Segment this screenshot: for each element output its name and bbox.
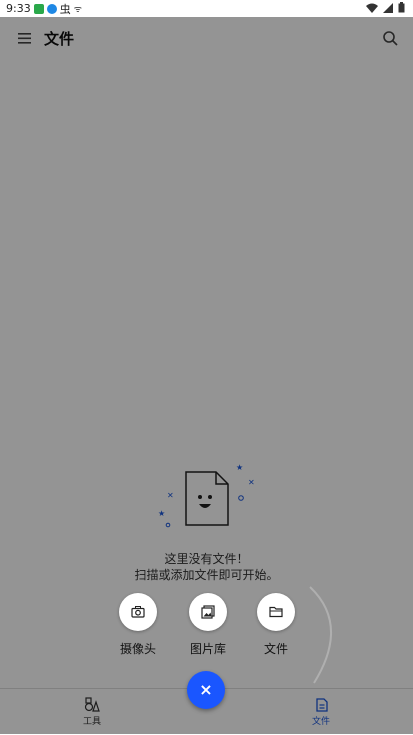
app-badge-icon: [46, 3, 57, 14]
camera-icon: [131, 606, 145, 618]
system-icons: [366, 2, 405, 13]
cell-signal-icon: [383, 2, 393, 13]
arc-decoration: [309, 586, 333, 684]
close-icon: ×: [199, 680, 213, 699]
gallery-label[interactable]: 图片库: [173, 640, 243, 657]
app-badge-icon: [33, 3, 44, 14]
bug-icon: 虫: [59, 2, 71, 16]
battery-icon: [398, 2, 405, 13]
signal-glyph-icon: ᯤ: [73, 5, 82, 15]
gallery-button[interactable]: [189, 593, 227, 631]
camera-button[interactable]: [119, 593, 157, 631]
notification-icons: 虫 ᯤ: [33, 1, 82, 17]
file-label[interactable]: 文件: [241, 640, 311, 657]
file-button[interactable]: [257, 593, 295, 631]
status-time: 9:33: [6, 2, 31, 15]
close-fab-button[interactable]: ×: [187, 671, 225, 709]
camera-label[interactable]: 摄像头: [103, 640, 173, 657]
status-bar: 9:33 虫 ᯤ: [0, 0, 413, 17]
wifi-icon: [366, 3, 378, 13]
gallery-icon: [201, 605, 215, 619]
folder-icon: [269, 606, 283, 618]
